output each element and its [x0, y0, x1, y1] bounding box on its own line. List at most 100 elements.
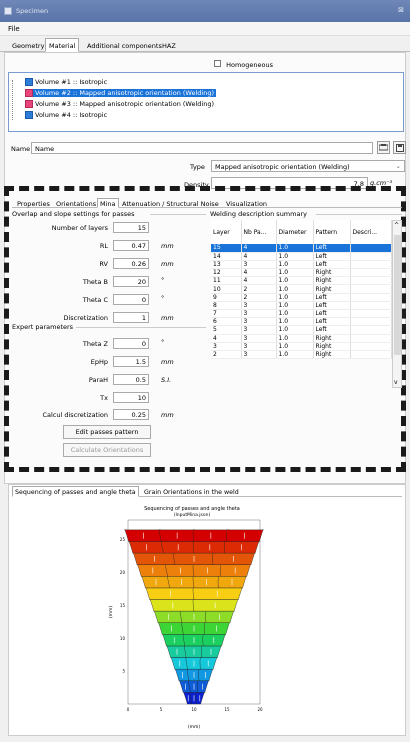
- table-row[interactable]: 4 3 1.0 Right: [211, 334, 392, 343]
- table-cell: Right: [313, 350, 351, 360]
- table-row[interactable]: 3 3 1.0 Right: [211, 342, 392, 351]
- number-of-layers-input[interactable]: 15: [113, 222, 149, 233]
- weld-pass: [192, 587, 243, 600]
- save-material-button[interactable]: [393, 141, 406, 154]
- table-cell: 15: [211, 244, 242, 253]
- group-divider: [150, 214, 206, 215]
- column-header[interactable]: Pattern: [313, 220, 351, 244]
- table-cell: 4: [241, 268, 277, 278]
- table-row[interactable]: 10 2 1.0 Right: [211, 284, 392, 294]
- table-row[interactable]: 14 4 1.0 Left: [211, 252, 392, 261]
- volume-item-1[interactable]: Volume #1 :: Isotropic: [9, 77, 229, 87]
- table-cell: 3: [241, 325, 277, 335]
- rv-input[interactable]: 0.26: [113, 258, 149, 269]
- table-cell: 1.0: [276, 301, 314, 311]
- table-row[interactable]: 13 3 1.0 Left: [211, 260, 392, 270]
- param-label: Theta B: [82, 278, 108, 286]
- column-header[interactable]: Nb Pa...: [241, 220, 277, 244]
- table-cell: 1.0: [276, 268, 314, 278]
- weld-pass: [124, 529, 162, 542]
- theta-b-input[interactable]: 20: [113, 276, 149, 287]
- table-row[interactable]: 5 3 1.0 Left: [211, 325, 392, 335]
- table-cell: 1.0: [276, 334, 314, 343]
- table-cell: 3: [241, 350, 277, 360]
- param-label: Tx: [100, 394, 108, 402]
- material-library-button[interactable]: [377, 141, 390, 154]
- scroll-down-icon[interactable]: v: [394, 379, 398, 386]
- table-cell: 1.0: [276, 317, 314, 327]
- table-cell: 3: [241, 334, 277, 343]
- volume-item-2[interactable]: Volume #2 :: Mapped anisotropic orientat…: [9, 88, 229, 98]
- table-cell: Right: [313, 334, 351, 343]
- table-row[interactable]: 2 3 1.0 Right: [211, 350, 392, 360]
- y-tick-label: 25: [120, 537, 126, 542]
- tab-haz[interactable]: HAZ: [158, 38, 180, 52]
- name-field[interactable]: Name: [31, 142, 373, 154]
- tab-properties[interactable]: Properties: [14, 198, 53, 208]
- weld-pass: [212, 552, 256, 565]
- table-cell: 4: [241, 252, 277, 261]
- tab-grain-orientations[interactable]: Grain Orientations in the weld: [141, 486, 242, 497]
- table-cell: 3: [241, 342, 277, 351]
- weld-volume-icon: [25, 89, 33, 97]
- param-label: Calcul discretization: [42, 411, 108, 419]
- scroll-up-icon[interactable]: ^: [394, 222, 399, 229]
- theta-z-input[interactable]: 0: [113, 338, 149, 349]
- calcul-discretization-input[interactable]: 0.25: [113, 409, 149, 420]
- calculate-orientations-button[interactable]: Calculate Orientations: [63, 443, 151, 457]
- group-divider: [316, 214, 402, 215]
- table-cell: Right: [313, 342, 351, 351]
- edit-passes-pattern-button[interactable]: Edit passes pattern: [63, 425, 151, 439]
- group-divider: [76, 327, 206, 328]
- table-cell: 3: [241, 309, 277, 319]
- homogeneous-checkbox[interactable]: Homogeneous: [214, 60, 273, 69]
- close-icon[interactable]: ⊠: [398, 6, 404, 14]
- tab-additional-components[interactable]: Additional components: [83, 38, 166, 52]
- volume-item-3[interactable]: Volume #3 :: Mapped anisotropic orientat…: [9, 99, 229, 109]
- discretization-input[interactable]: 1: [113, 312, 149, 323]
- volume-item-4[interactable]: Volume #4 :: Isotropic: [9, 110, 229, 120]
- tab-orientations[interactable]: Orientations: [53, 198, 99, 208]
- param-unit: S.I.: [161, 376, 172, 384]
- theta-c-input[interactable]: 0: [113, 294, 149, 305]
- table-cell: Left: [313, 301, 351, 311]
- table-row[interactable]: 8 3 1.0 Left: [211, 301, 392, 311]
- tab-material[interactable]: Material: [45, 38, 80, 52]
- table-row[interactable]: 12 4 1.0 Right: [211, 268, 392, 278]
- table-row[interactable]: 9 2 1.0 Left: [211, 293, 392, 302]
- column-header[interactable]: Descri...: [350, 220, 392, 244]
- homogeneous-check[interactable]: [214, 60, 221, 67]
- ephp-input[interactable]: 1.5: [113, 356, 149, 367]
- welding-description-table: Layer Nb Pa... Diameter Pattern Descri..…: [211, 220, 392, 360]
- sub-tabs: Properties Orientations Mina Attenuation…: [12, 198, 402, 208]
- table-row[interactable]: 7 3 1.0 Left: [211, 309, 392, 319]
- tx-input[interactable]: 10: [113, 392, 149, 403]
- param-unit: mm: [161, 260, 174, 268]
- type-select[interactable]: Mapped anisotropic orientation (Welding)…: [211, 160, 405, 172]
- tab-geometry[interactable]: Geometry: [8, 38, 48, 52]
- table-cell: 9: [211, 293, 242, 302]
- save-icon: [395, 144, 404, 152]
- tab-mina[interactable]: Mina: [97, 198, 119, 208]
- table-cell: Right: [313, 276, 351, 286]
- menu-file[interactable]: File: [8, 25, 20, 33]
- y-tick-label: 15: [120, 603, 126, 608]
- tab-sequencing[interactable]: Sequencing of passes and angle theta: [12, 486, 139, 497]
- tab-visualization[interactable]: Visualization: [223, 198, 270, 208]
- weld-pass: [136, 564, 169, 577]
- table-header-row: Layer Nb Pa... Diameter Pattern Descri..…: [211, 220, 392, 244]
- column-header[interactable]: Diameter: [276, 220, 314, 244]
- table-cell: Right: [313, 268, 351, 278]
- weld-pass: [192, 598, 239, 612]
- weld-pass: [217, 575, 247, 589]
- table-row[interactable]: 6 3 1.0 Left: [211, 317, 392, 327]
- tab-attenuation[interactable]: Attenuation / Structural Noise: [119, 198, 222, 208]
- rl-input[interactable]: 0.47: [113, 240, 149, 251]
- table-scrollbar[interactable]: ^ v: [392, 220, 402, 388]
- column-header[interactable]: Layer: [211, 220, 242, 244]
- table-row[interactable]: 15 4 1.0 Left: [211, 244, 392, 253]
- parah-input[interactable]: 0.5: [113, 374, 149, 385]
- table-cell: 2: [241, 284, 277, 294]
- scrollbar-thumb[interactable]: [394, 235, 401, 355]
- table-row[interactable]: 11 4 1.0 Right: [211, 276, 392, 286]
